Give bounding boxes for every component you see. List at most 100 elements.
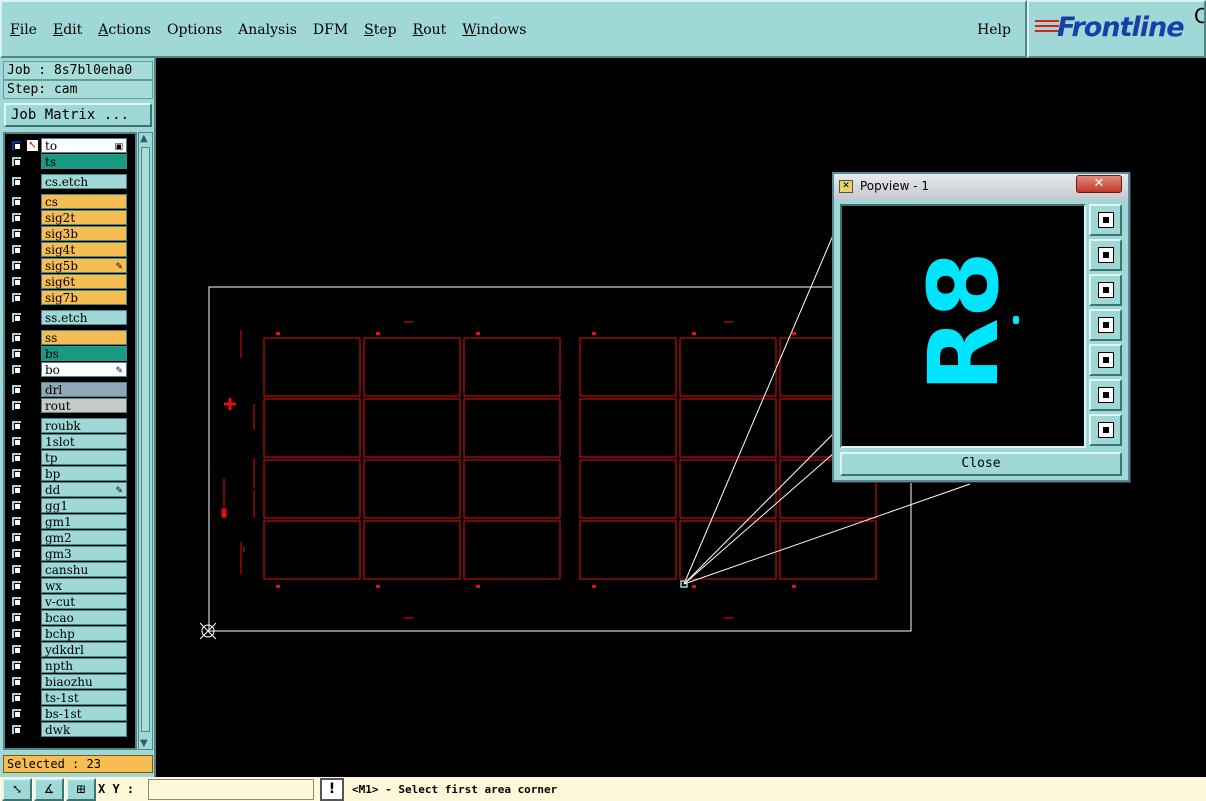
layer-row[interactable]: dwk [7, 722, 127, 737]
layer-name[interactable]: gm3 [41, 546, 127, 561]
menu-file[interactable]: File [10, 22, 37, 38]
layer-checkbox[interactable] [10, 515, 23, 528]
layer-row[interactable]: sig6t [7, 274, 127, 289]
layer-row[interactable]: bchp [7, 626, 127, 641]
xy-input[interactable] [148, 779, 314, 800]
menu-actions[interactable]: Actions [98, 22, 151, 38]
layer-name[interactable]: ts-1st [41, 690, 127, 705]
layer-row[interactable]: sig5b ✎ [7, 258, 127, 273]
layer-checkbox[interactable] [10, 331, 23, 344]
layer-row[interactable]: cs [7, 194, 127, 209]
layer-name[interactable]: npth [41, 658, 127, 673]
layer-name[interactable]: sig3b [41, 226, 127, 241]
snap-mode-button[interactable]: ⊞ [66, 778, 96, 801]
layer-row[interactable]: 1slot [7, 434, 127, 449]
layer-row[interactable]: biaozhu [7, 674, 127, 689]
layer-name[interactable]: bo ✎ [41, 362, 127, 377]
layer-checkbox[interactable] [10, 399, 23, 412]
layer-name[interactable]: v-cut [41, 594, 127, 609]
layer-name[interactable]: dd ✎ [41, 482, 127, 497]
layer-name[interactable]: biaozhu [41, 674, 127, 689]
measure-mode-button[interactable]: ∡ [34, 778, 64, 801]
layer-name[interactable]: bchp [41, 626, 127, 641]
layer-checkbox[interactable] [10, 211, 23, 224]
layer-row[interactable]: bs [7, 346, 127, 361]
menu-edit[interactable]: Edit [53, 22, 82, 38]
layer-checkbox[interactable] [10, 227, 23, 240]
layer-checkbox[interactable] [10, 467, 23, 480]
layer-name[interactable]: to ▣ [41, 138, 127, 153]
layer-checkbox[interactable] [10, 483, 23, 496]
layer-row[interactable]: wx [7, 578, 127, 593]
popview-window[interactable]: ✕ Popview - 1 ✕ R8 Close [832, 172, 1130, 482]
popview-close-button[interactable]: Close [840, 452, 1122, 476]
layer-name[interactable]: sig5b ✎ [41, 258, 127, 273]
close-icon[interactable]: ✕ [1076, 175, 1122, 193]
layer-name[interactable]: drl [41, 382, 127, 397]
layer-row[interactable]: tp [7, 450, 127, 465]
layer-row[interactable]: bp [7, 466, 127, 481]
layer-name[interactable]: bp [41, 466, 127, 481]
layer-checkbox[interactable] [10, 383, 23, 396]
layer-row[interactable]: sig4t [7, 242, 127, 257]
layer-name[interactable]: bs-1st [41, 706, 127, 721]
select-mode-button[interactable]: ⤡ [2, 778, 32, 801]
layer-row[interactable]: dd ✎ [7, 482, 127, 497]
layer-name[interactable]: gm2 [41, 530, 127, 545]
layer-row[interactable]: ss.etch [7, 310, 127, 325]
layer-checkbox[interactable] [10, 291, 23, 304]
pan-down-button[interactable] [1089, 274, 1122, 306]
layer-checkbox[interactable] [10, 435, 23, 448]
layer-checkbox[interactable] [10, 155, 23, 168]
layer-checkbox[interactable] [10, 675, 23, 688]
layer-row[interactable]: bcao [7, 610, 127, 625]
layer-row[interactable]: gm2 [7, 530, 127, 545]
layer-row[interactable]: canshu [7, 562, 127, 577]
layer-name[interactable]: rout [41, 398, 127, 413]
layer-row[interactable]: sig7b [7, 290, 127, 305]
menu-step[interactable]: Step [364, 22, 396, 38]
layer-name[interactable]: sig6t [41, 274, 127, 289]
layer-name[interactable]: ts [41, 154, 127, 169]
layer-checkbox[interactable] [10, 707, 23, 720]
menu-options[interactable]: Options [167, 22, 222, 38]
layer-checkbox[interactable] [10, 347, 23, 360]
layer-checkbox[interactable] [10, 175, 23, 188]
layer-name[interactable]: sig4t [41, 242, 127, 257]
pan-up-button[interactable] [1089, 239, 1122, 271]
zoom-in-button[interactable] [1089, 379, 1122, 411]
menu-windows[interactable]: Windows [462, 22, 526, 38]
menu-rout[interactable]: Rout [413, 22, 447, 38]
layer-row[interactable]: gm3 [7, 546, 127, 561]
layer-checkbox[interactable] [10, 243, 23, 256]
layer-checkbox[interactable] [10, 195, 23, 208]
popview-preview[interactable]: R8 [840, 204, 1086, 448]
layer-row[interactable]: drl [7, 382, 127, 397]
menu-analysis[interactable]: Analysis [238, 22, 297, 38]
layer-checkbox[interactable] [10, 643, 23, 656]
layer-row[interactable]: rout [7, 398, 127, 413]
layer-row[interactable]: ydkdrl [7, 642, 127, 657]
layer-name[interactable]: gm1 [41, 514, 127, 529]
layer-name[interactable]: tp [41, 450, 127, 465]
layer-name[interactable]: cs [41, 194, 127, 209]
layer-checkbox[interactable] [10, 259, 23, 272]
layer-name[interactable]: bs [41, 346, 127, 361]
layer-row[interactable]: roubk [7, 418, 127, 433]
layer-row[interactable]: bo ✎ [7, 362, 127, 377]
layer-name[interactable]: wx [41, 578, 127, 593]
layer-row[interactable]: sig3b [7, 226, 127, 241]
layer-row[interactable]: npth [7, 658, 127, 673]
scroll-down-icon[interactable]: ▼ [140, 738, 148, 749]
menu-help[interactable]: Help [977, 22, 1011, 38]
layer-checkbox[interactable] [10, 451, 23, 464]
layer-list-scrollbar[interactable]: ▲ ▼ [138, 132, 153, 750]
zoom-out-button[interactable] [1089, 414, 1122, 446]
layer-name[interactable]: 1slot [41, 434, 127, 449]
layer-row[interactable]: ss [7, 330, 127, 345]
pan-right-button[interactable] [1089, 344, 1122, 376]
layer-name[interactable]: ydkdrl [41, 642, 127, 657]
layer-checkbox[interactable] [10, 723, 23, 736]
scroll-up-icon[interactable]: ▲ [140, 133, 148, 144]
layer-row[interactable]: ↖ to ▣ [7, 138, 127, 153]
